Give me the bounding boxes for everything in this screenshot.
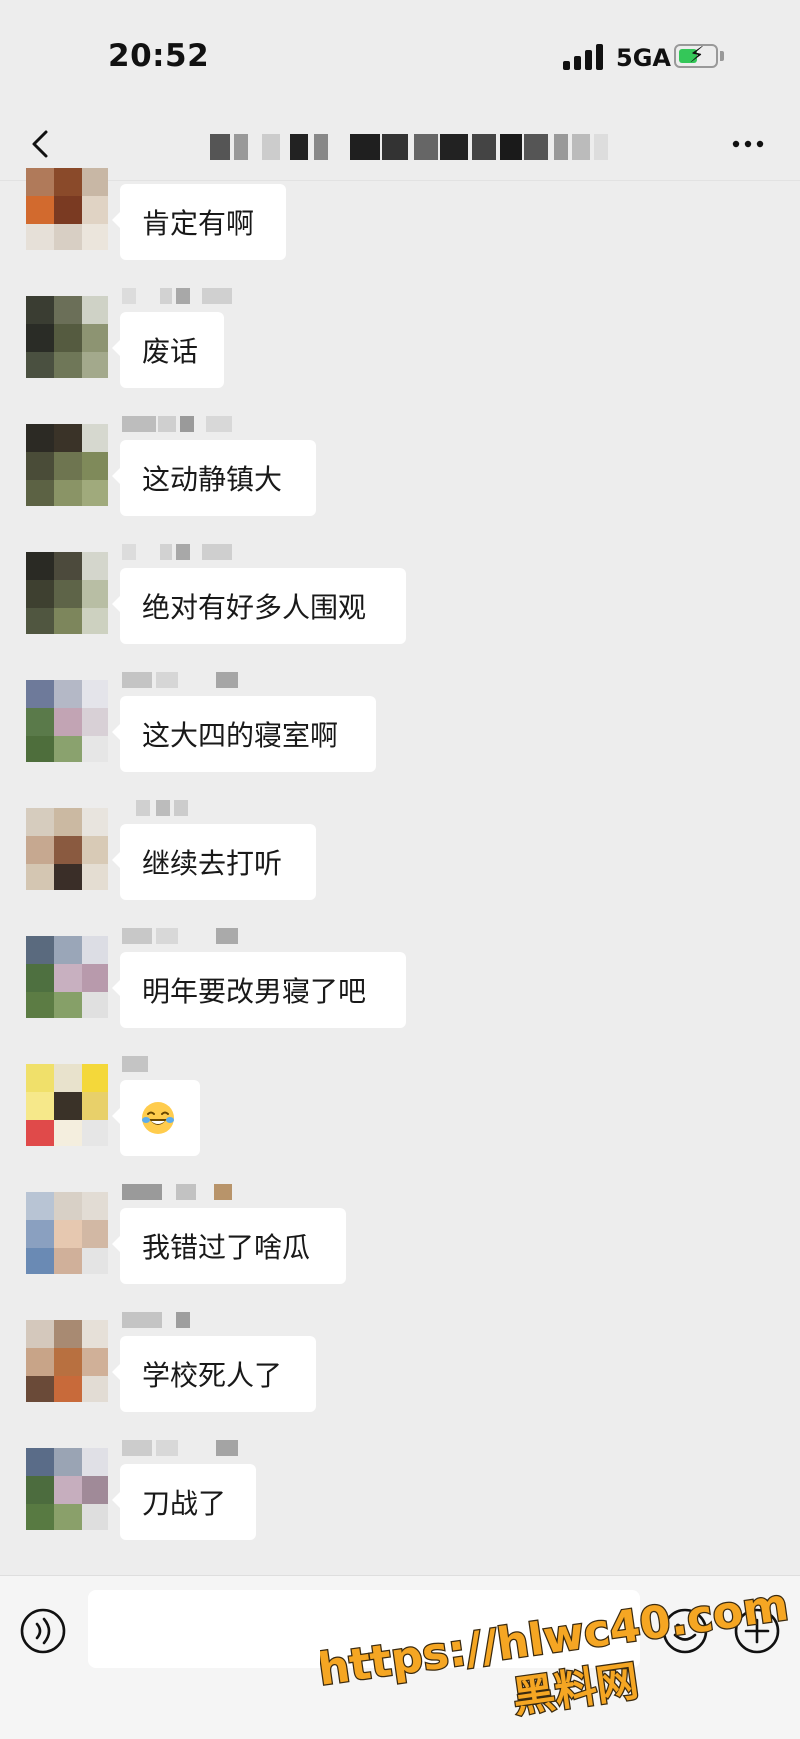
sender-avatar[interactable] bbox=[26, 936, 108, 1018]
message-text: 这大四的寝室啊 bbox=[142, 719, 339, 752]
message-text: 继续去打听 bbox=[142, 847, 283, 880]
sender-avatar[interactable] bbox=[26, 1064, 108, 1146]
sender-avatar[interactable] bbox=[26, 552, 108, 634]
chat-title-pixelated bbox=[210, 134, 630, 160]
back-arrow-icon[interactable] bbox=[22, 124, 62, 164]
sender-name-pixelated bbox=[122, 1312, 262, 1328]
sender-name-pixelated bbox=[122, 800, 262, 816]
network-type: 5GA bbox=[616, 44, 671, 72]
status-bar: 20:52 5GA ⚡ bbox=[0, 0, 800, 110]
message-bubble[interactable]: 刀战了 bbox=[112, 1464, 256, 1540]
sender-name-pixelated bbox=[122, 544, 262, 560]
more-options-icon[interactable] bbox=[728, 124, 768, 164]
message-row: 这动静镇大 bbox=[0, 416, 800, 526]
message-text: 废话 bbox=[142, 335, 199, 368]
sender-avatar[interactable] bbox=[26, 1192, 108, 1274]
message-row: 继续去打听 bbox=[0, 800, 800, 910]
message-row: 我错过了啥瓜 bbox=[0, 1184, 800, 1294]
message-text: 刀战了 bbox=[142, 1487, 227, 1520]
sender-avatar[interactable] bbox=[26, 808, 108, 890]
tears-of-joy-emoji-icon bbox=[142, 1102, 174, 1134]
sender-avatar[interactable] bbox=[26, 424, 108, 506]
sender-avatar[interactable] bbox=[26, 1320, 108, 1402]
battery-cap bbox=[720, 51, 724, 61]
message-row bbox=[0, 1056, 800, 1166]
message-text: 明年要改男寝了吧 bbox=[142, 975, 367, 1008]
message-list[interactable]: 肯定有啊 废话 这动静镇大 绝对有好多人围观 这大四的寝室啊 继续去打听 明年要… bbox=[0, 168, 800, 1575]
message-row: 明年要改男寝了吧 bbox=[0, 928, 800, 1038]
message-bubble[interactable]: 这动静镇大 bbox=[112, 440, 316, 516]
message-bubble[interactable] bbox=[112, 1080, 200, 1156]
sender-avatar[interactable] bbox=[26, 680, 108, 762]
sender-name-pixelated bbox=[122, 1440, 262, 1456]
voice-input-icon[interactable] bbox=[18, 1606, 68, 1656]
sender-name-pixelated bbox=[122, 928, 262, 944]
message-text: 绝对有好多人围观 bbox=[142, 591, 367, 624]
message-bubble[interactable]: 继续去打听 bbox=[112, 824, 316, 900]
message-bubble[interactable]: 我错过了啥瓜 bbox=[112, 1208, 346, 1284]
message-text: 我错过了啥瓜 bbox=[142, 1231, 311, 1264]
message-bubble[interactable]: 绝对有好多人围观 bbox=[112, 568, 406, 644]
message-text: 学校死人了 bbox=[142, 1359, 283, 1392]
message-bubble[interactable]: 这大四的寝室啊 bbox=[112, 696, 376, 772]
chat-input-bar bbox=[0, 1575, 800, 1739]
message-row: 肯定有啊 bbox=[0, 160, 800, 270]
message-bubble[interactable]: 明年要改男寝了吧 bbox=[112, 952, 406, 1028]
message-row: 学校死人了 bbox=[0, 1312, 800, 1422]
add-attachment-icon[interactable] bbox=[732, 1606, 782, 1656]
message-row: 废话 bbox=[0, 288, 800, 398]
status-time: 20:52 bbox=[108, 38, 210, 74]
sender-avatar[interactable] bbox=[26, 1448, 108, 1530]
sender-name-pixelated bbox=[122, 288, 262, 304]
emoji-picker-icon[interactable] bbox=[660, 1606, 710, 1656]
message-row: 刀战了 bbox=[0, 1440, 800, 1550]
message-bubble[interactable]: 学校死人了 bbox=[112, 1336, 316, 1412]
sender-avatar[interactable] bbox=[26, 168, 108, 250]
message-text: 肯定有啊 bbox=[142, 207, 255, 240]
message-text: 这动静镇大 bbox=[142, 463, 283, 496]
sender-avatar[interactable] bbox=[26, 296, 108, 378]
sender-name-pixelated bbox=[122, 672, 262, 688]
sender-name-pixelated bbox=[122, 1184, 262, 1200]
message-row: 绝对有好多人围观 bbox=[0, 544, 800, 654]
battery-icon: ⚡ bbox=[674, 43, 718, 68]
message-bubble[interactable]: 废话 bbox=[112, 312, 224, 388]
sender-name-pixelated bbox=[122, 416, 262, 432]
cellular-signal-icon bbox=[563, 44, 607, 70]
sender-name-pixelated bbox=[122, 1056, 262, 1072]
message-row: 这大四的寝室啊 bbox=[0, 672, 800, 782]
message-bubble[interactable]: 肯定有啊 bbox=[112, 184, 286, 260]
message-input[interactable] bbox=[88, 1590, 640, 1668]
